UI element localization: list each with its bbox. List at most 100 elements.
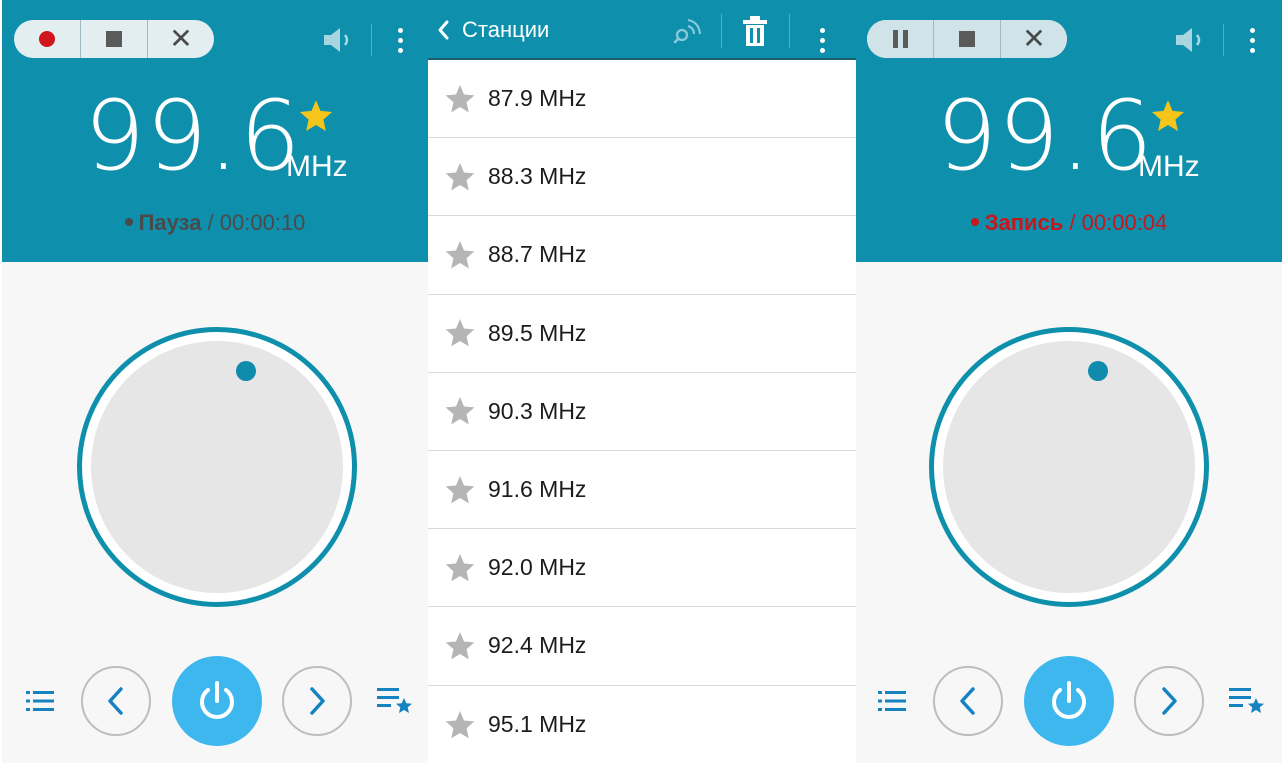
back-button[interactable]: Станции — [436, 12, 549, 48]
dial-indicator — [236, 361, 256, 381]
star-outline-icon[interactable] — [444, 395, 476, 427]
frequency-display: 99.6 — [936, 80, 1154, 192]
star-outline-icon[interactable] — [444, 161, 476, 193]
dial-indicator — [1088, 361, 1108, 381]
star-outline-icon[interactable] — [444, 630, 476, 662]
station-frequency: 88.7 MHz — [488, 241, 587, 268]
favorites-list-button[interactable] — [1228, 684, 1266, 718]
previous-station-button[interactable] — [81, 666, 151, 736]
chevron-left-icon — [108, 687, 123, 715]
list-icon — [26, 691, 54, 711]
station-list: 87.9 MHz 88.3 MHz 88.7 MHz 89.5 MHz 90.3… — [428, 60, 856, 763]
station-frequency: 89.5 MHz — [488, 319, 587, 346]
radio-header: ✕ 99.6 MHz Запись / 00:00:04 — [856, 0, 1282, 262]
list-item[interactable]: 89.5 MHz — [428, 295, 856, 373]
frequency-unit: MHz — [1138, 150, 1200, 183]
station-frequency: 88.3 MHz — [488, 163, 587, 190]
stop-icon — [959, 31, 975, 47]
more-options-icon[interactable] — [390, 22, 410, 58]
power-icon — [200, 681, 234, 719]
tuning-dial[interactable] — [77, 327, 357, 607]
stop-button[interactable] — [934, 20, 1001, 58]
speaker-icon[interactable] — [1172, 24, 1212, 56]
station-frequency: 92.0 MHz — [488, 554, 587, 581]
star-outline-icon[interactable] — [444, 239, 476, 271]
list-item[interactable]: 90.3 MHz — [428, 373, 856, 451]
star-outline-icon[interactable] — [444, 552, 476, 584]
chevron-right-icon — [1162, 687, 1177, 715]
status-dot-icon — [124, 218, 133, 227]
close-icon: ✕ — [169, 22, 193, 55]
next-station-button[interactable] — [282, 666, 352, 736]
star-outline-icon[interactable] — [444, 474, 476, 506]
next-station-button[interactable] — [1134, 666, 1204, 736]
recording-dot-icon — [970, 218, 979, 227]
star-outline-icon[interactable] — [444, 83, 476, 115]
speaker-icon[interactable] — [320, 24, 360, 56]
favorites-list-button[interactable] — [376, 684, 414, 718]
power-button[interactable] — [172, 656, 262, 746]
list-item[interactable]: 92.0 MHz — [428, 529, 856, 608]
header-divider — [721, 14, 722, 48]
station-frequency: 95.1 MHz — [488, 711, 587, 738]
recording-controls: ✕ — [867, 20, 1067, 58]
frequency-display: 99.6 — [84, 80, 302, 192]
station-frequency: 91.6 MHz — [488, 476, 587, 503]
list-item[interactable]: 88.3 MHz — [428, 138, 856, 217]
recording-controls: ✕ — [14, 20, 214, 58]
header-divider — [789, 14, 790, 48]
tuning-dial[interactable] — [929, 327, 1209, 607]
header-divider — [371, 24, 372, 56]
list-item[interactable]: 88.7 MHz — [428, 216, 856, 295]
station-list-button[interactable] — [24, 685, 56, 717]
favorite-star-icon[interactable] — [298, 98, 334, 134]
more-options-icon[interactable] — [1242, 22, 1262, 58]
power-icon — [1052, 681, 1086, 719]
list-item[interactable]: 92.4 MHz — [428, 607, 856, 686]
list-item[interactable]: 87.9 MHz — [428, 60, 856, 139]
radio-screen-paused: ✕ 99.6 MHz Пауза / 00:00:10 — [0, 0, 428, 763]
pause-button[interactable] — [867, 20, 934, 58]
status-separator: / — [1063, 210, 1082, 235]
station-frequency: 90.3 MHz — [488, 397, 587, 424]
back-arrow-icon — [438, 20, 449, 40]
dial-face — [943, 341, 1195, 593]
stations-header: Станции — [428, 0, 856, 60]
delete-icon[interactable] — [740, 14, 770, 48]
recording-status: Запись / 00:00:04 — [856, 210, 1282, 236]
radio-screen-recording: ✕ 99.6 MHz Запись / 00:00:04 — [856, 0, 1284, 763]
close-recording-button[interactable]: ✕ — [148, 20, 214, 58]
station-frequency: 92.4 MHz — [488, 632, 587, 659]
more-options-icon[interactable] — [812, 22, 832, 58]
frequency-unit: MHz — [286, 150, 348, 183]
scan-icon[interactable] — [672, 16, 702, 46]
pause-icon — [892, 30, 908, 48]
star-outline-icon[interactable] — [444, 709, 476, 741]
recording-status: Пауза / 00:00:10 — [2, 210, 428, 236]
header-divider — [1223, 24, 1224, 56]
status-time: 00:00:04 — [1081, 210, 1168, 235]
close-icon: ✕ — [1022, 22, 1046, 55]
favorite-star-icon[interactable] — [1150, 98, 1186, 134]
star-outline-icon[interactable] — [444, 317, 476, 349]
page-title: Станции — [462, 17, 550, 42]
record-button[interactable] — [14, 20, 81, 58]
previous-station-button[interactable] — [933, 666, 1003, 736]
station-frequency: 87.9 MHz — [488, 85, 587, 112]
record-icon — [39, 31, 55, 47]
power-button[interactable] — [1024, 656, 1114, 746]
close-recording-button[interactable]: ✕ — [1001, 20, 1067, 58]
status-time: 00:00:10 — [219, 210, 306, 235]
chevron-right-icon — [310, 687, 325, 715]
favorites-list-icon — [377, 688, 412, 713]
stop-button[interactable] — [81, 20, 148, 58]
favorites-list-icon — [1229, 688, 1264, 713]
chevron-left-icon — [960, 687, 975, 715]
station-list-button[interactable] — [876, 685, 908, 717]
dial-face — [91, 341, 343, 593]
stations-screen: Станции 87.9 MHz 88.3 MHz 88.7 MHz 89.5 … — [428, 0, 856, 763]
status-label: Пауза — [138, 210, 202, 235]
status-label: Запись — [984, 210, 1064, 235]
list-item[interactable]: 91.6 MHz — [428, 451, 856, 530]
list-item[interactable]: 95.1 MHz — [428, 686, 856, 763]
